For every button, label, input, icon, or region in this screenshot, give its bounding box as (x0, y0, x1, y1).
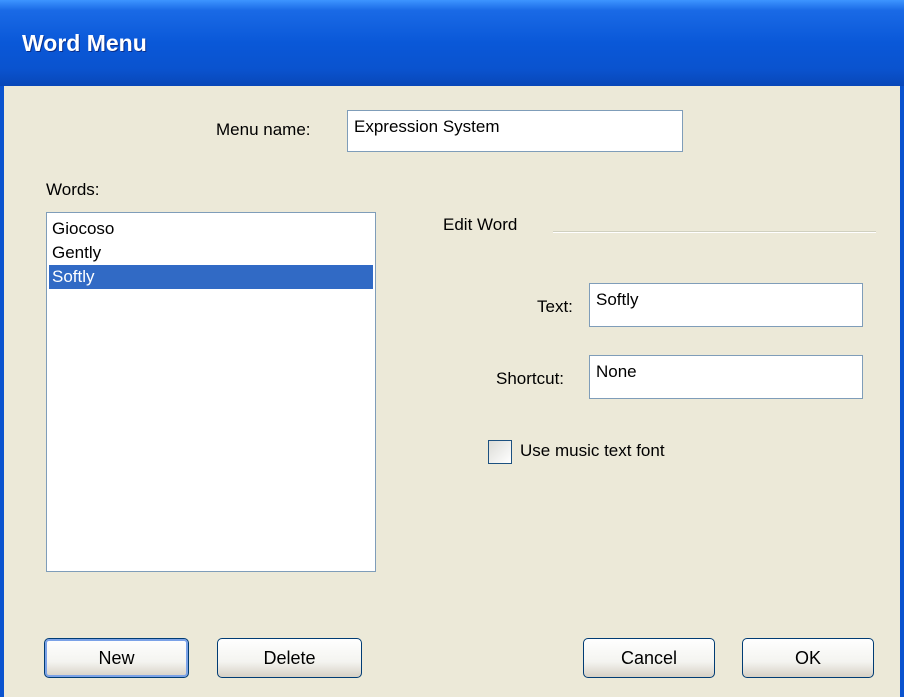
cancel-button[interactable]: Cancel (583, 638, 715, 678)
word-menu-dialog: Word Menu Menu name: Expression System W… (0, 0, 904, 697)
ok-button[interactable]: OK (742, 638, 874, 678)
words-listbox[interactable]: Giocoso Gently Softly (46, 212, 376, 572)
new-button[interactable]: New (44, 638, 189, 678)
delete-button[interactable]: Delete (217, 638, 362, 678)
window-title: Word Menu (22, 30, 147, 56)
shortcut-label: Shortcut: (496, 369, 565, 388)
group-divider (553, 231, 876, 233)
use-music-font-checkbox[interactable] (488, 440, 512, 464)
use-music-font-label[interactable]: Use music text font (520, 441, 665, 461)
menu-name-label: Menu name: (216, 120, 311, 139)
list-item[interactable]: Giocoso (49, 217, 373, 241)
shortcut-field[interactable]: None (589, 355, 863, 399)
list-item-selected[interactable]: Softly (49, 265, 373, 289)
edit-word-group-label: Edit Word (443, 215, 518, 234)
text-field[interactable]: Softly (589, 283, 863, 327)
words-label: Words: (46, 180, 100, 199)
text-label: Text: (537, 297, 573, 316)
title-bar[interactable]: Word Menu (0, 0, 904, 86)
menu-name-input[interactable]: Expression System (347, 110, 683, 152)
list-item[interactable]: Gently (49, 241, 373, 265)
